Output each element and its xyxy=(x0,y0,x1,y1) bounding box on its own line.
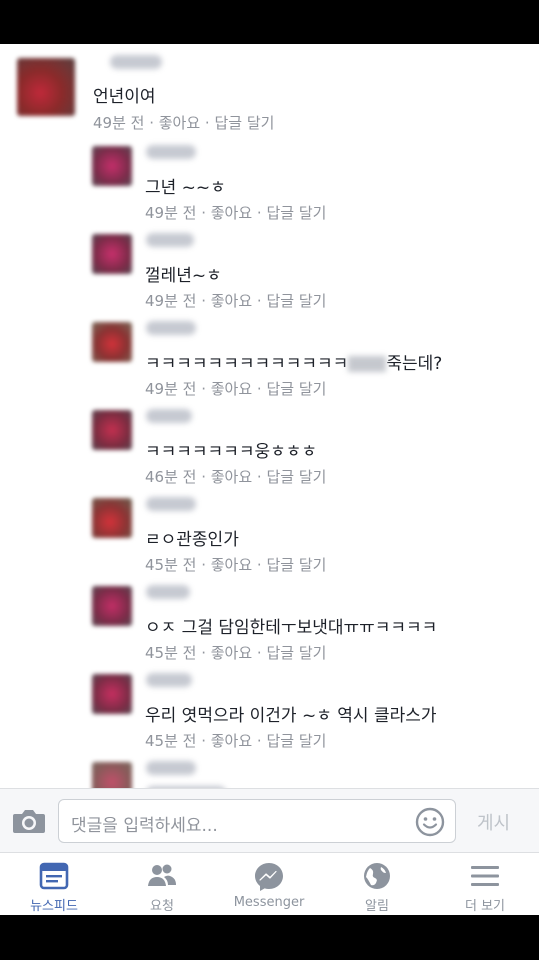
emoji-icon[interactable] xyxy=(415,807,445,837)
reply-item: ㅇㅈ 그걸 담임한테ㅜ보냇대ㅠㅠㅋㅋㅋㅋ 45분 전 · 좋아요 · 답글 달기 xyxy=(0,580,539,668)
tab-news-feed[interactable]: 뉴스피드 xyxy=(0,853,108,915)
menu-icon xyxy=(471,866,499,886)
comment-input-placeholder: 댓글을 입력하세요... xyxy=(71,816,218,836)
reply-item: 그년 ~~ㅎ 49분 전 · 좋아요 · 답글 달기 xyxy=(0,140,539,228)
comment-meta[interactable]: 45분 전 · 좋아요 · 답글 달기 xyxy=(145,554,326,575)
author-name-blurred[interactable] xyxy=(146,409,192,423)
comment-text: ㅇㅈ 그걸 담임한테ㅜ보냇대ㅠㅠㅋㅋㅋㅋ xyxy=(145,618,438,638)
comment-input-bar: 댓글을 입력하세요... 게시 xyxy=(0,788,539,852)
comment-meta[interactable]: 46분 전 · 좋아요 · 답글 달기 xyxy=(145,466,326,487)
reply-item: 껄레년~ㅎ 49분 전 · 좋아요 · 답글 달기 xyxy=(0,228,539,316)
comment-text-part: 죽는데? xyxy=(386,354,443,374)
tab-label: 뉴스피드 xyxy=(30,899,78,914)
comment-text: ㅋㅋㅋㅋㅋㅋㅋ웅ㅎㅎㅎ xyxy=(145,442,318,462)
avatar[interactable] xyxy=(92,234,132,274)
comment-text: ㅋㅋㅋㅋㅋㅋㅋㅋㅋㅋㅋㅋㅋ 죽는데? xyxy=(145,349,442,374)
author-name-blurred[interactable] xyxy=(110,55,162,69)
reply-item: ㅋㅋㅋㅋㅋㅋㅋ웅ㅎㅎㅎ 46분 전 · 좋아요 · 답글 달기 xyxy=(0,404,539,492)
comment-text: ㄹㅇ관종인가 xyxy=(145,530,239,550)
comment-input[interactable]: 댓글을 입력하세요... xyxy=(58,799,456,843)
author-name-blurred[interactable] xyxy=(146,233,194,247)
reply-item: 우리 엿먹으라 이건가 ~ㅎ 역시 클라스가 45분 전 · 좋아요 · 답글 … xyxy=(0,668,539,756)
tab-messenger[interactable]: Messenger xyxy=(215,853,323,915)
author-name-blurred[interactable] xyxy=(146,497,196,511)
comment-meta[interactable]: 49분 전 · 좋아요 · 답글 달기 xyxy=(145,378,326,399)
reply-item: ㄹㅇ관종인가 45분 전 · 좋아요 · 답글 달기 xyxy=(0,492,539,580)
author-name-blurred[interactable] xyxy=(146,585,190,599)
avatar[interactable] xyxy=(17,58,75,116)
comment-meta[interactable]: 49분 전 · 좋아요 · 답글 달기 xyxy=(145,202,326,223)
reply-item: ㅋㅋㅋㅋㅋㅋㅋㅋㅋㅋㅋㅋㅋ 죽는데? 49분 전 · 좋아요 · 답글 달기 xyxy=(0,316,539,404)
tab-more[interactable]: 더 보기 xyxy=(431,853,539,915)
tab-friend-requests[interactable]: 요청 xyxy=(108,853,216,915)
avatar[interactable] xyxy=(92,498,132,538)
avatar[interactable] xyxy=(92,410,132,450)
news-feed-icon xyxy=(39,862,69,890)
comment-meta[interactable]: 49분 전 · 좋아요 · 답글 달기 xyxy=(145,290,326,311)
friend-requests-icon xyxy=(148,864,176,886)
camera-icon[interactable] xyxy=(12,808,46,834)
author-name-blurred[interactable] xyxy=(146,673,192,687)
tab-label: 요청 xyxy=(150,899,174,914)
comment-list[interactable]: 언년이여 49분 전 · 좋아요 · 답글 달기 그년 ~~ㅎ 49분 전 · … xyxy=(0,48,539,832)
globe-notifications-icon xyxy=(364,863,390,889)
avatar[interactable] xyxy=(92,146,132,186)
author-name-blurred[interactable] xyxy=(146,145,196,159)
screen: 언년이여 49분 전 · 좋아요 · 답글 달기 그년 ~~ㅎ 49분 전 · … xyxy=(0,44,539,915)
post-button[interactable]: 게시 xyxy=(477,809,510,835)
tab-label: Messenger xyxy=(233,895,305,910)
tab-label: 더 보기 xyxy=(464,899,505,914)
comment-text: 언년이여 xyxy=(93,87,156,107)
messenger-icon xyxy=(255,863,283,891)
avatar[interactable] xyxy=(92,674,132,714)
comment-text: 그년 ~~ㅎ xyxy=(145,178,226,198)
censored-text xyxy=(348,356,387,372)
comment-item: 언년이여 49분 전 · 좋아요 · 답글 달기 xyxy=(0,48,539,140)
author-name-blurred[interactable] xyxy=(146,761,196,775)
comment-text-part: ㅋㅋㅋㅋㅋㅋㅋㅋㅋㅋㅋㅋㅋ xyxy=(145,354,349,374)
avatar[interactable] xyxy=(92,322,132,362)
comment-meta[interactable]: 49분 전 · 좋아요 · 답글 달기 xyxy=(93,112,274,133)
bottom-tab-bar: 뉴스피드 요청 Messenger 알림 더 보기 xyxy=(0,852,539,915)
tab-label: 알림 xyxy=(365,899,389,914)
comment-text: 우리 엿먹으라 이건가 ~ㅎ 역시 클라스가 xyxy=(145,706,437,726)
author-name-blurred[interactable] xyxy=(146,321,196,335)
comment-meta[interactable]: 45분 전 · 좋아요 · 답글 달기 xyxy=(145,730,326,751)
avatar[interactable] xyxy=(92,586,132,626)
comment-meta[interactable]: 45분 전 · 좋아요 · 답글 달기 xyxy=(145,642,326,663)
comment-text: 껄레년~ㅎ xyxy=(145,266,222,286)
tab-notifications[interactable]: 알림 xyxy=(323,853,431,915)
